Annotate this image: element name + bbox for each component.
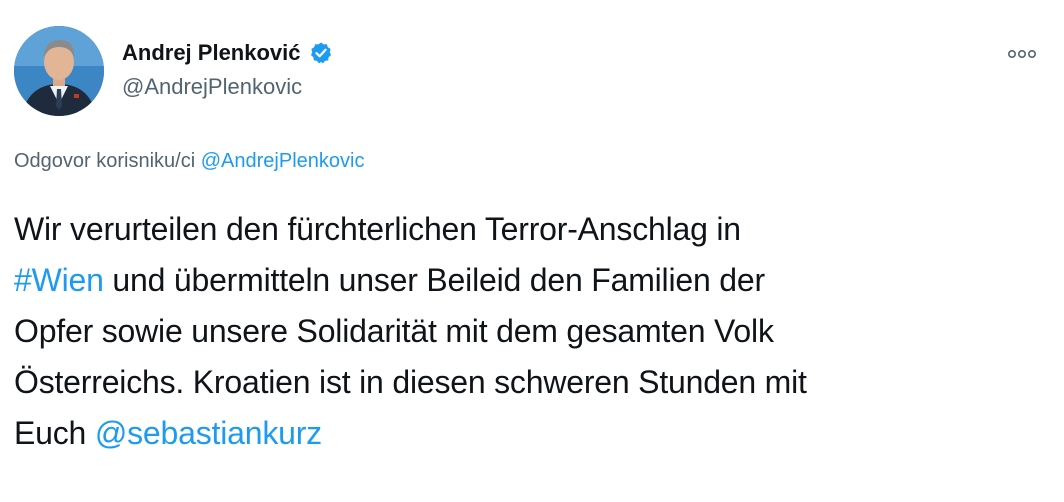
tweet-card: Andrej Plenković @AndrejPlenkovic Odgovo… xyxy=(0,0,1064,502)
tweet-line-5-text: Euch xyxy=(14,415,95,451)
tweet-line-2: #Wien und übermitteln unser Beileid den … xyxy=(14,255,1044,306)
mention-link[interactable]: @sebastiankurz xyxy=(95,415,322,451)
tweet-line-1: Wir verurteilen den fürchterlichen Terro… xyxy=(14,211,741,247)
profile-photo-icon xyxy=(14,26,104,116)
author-name-row: Andrej Plenković xyxy=(122,40,333,66)
tweet-line-5: Euch @sebastiankurz xyxy=(14,408,1044,459)
more-horizontal-icon[interactable] xyxy=(1006,40,1038,68)
tweet-line-3: Opfer sowie unsere Solidarität mit dem g… xyxy=(14,313,774,349)
display-name[interactable]: Andrej Plenković xyxy=(122,40,301,66)
avatar[interactable] xyxy=(14,26,104,116)
author-handle[interactable]: @AndrejPlenkovic xyxy=(122,74,302,100)
reply-context: Odgovor korisniku/ci @AndrejPlenkovic xyxy=(14,150,364,173)
verified-badge-icon xyxy=(309,41,333,65)
hashtag-link[interactable]: #Wien xyxy=(14,262,104,298)
reply-mention-link[interactable]: @AndrejPlenkovic xyxy=(201,150,365,172)
tweet-text: Wir verurteilen den fürchterlichen Terro… xyxy=(14,204,1044,459)
reply-prefix: Odgovor korisniku/ci xyxy=(14,150,196,172)
tweet-line-4: Österreichs. Kroatien ist in diesen schw… xyxy=(14,364,807,400)
tweet-line-2-text: und übermitteln unser Beileid den Famili… xyxy=(103,262,765,298)
